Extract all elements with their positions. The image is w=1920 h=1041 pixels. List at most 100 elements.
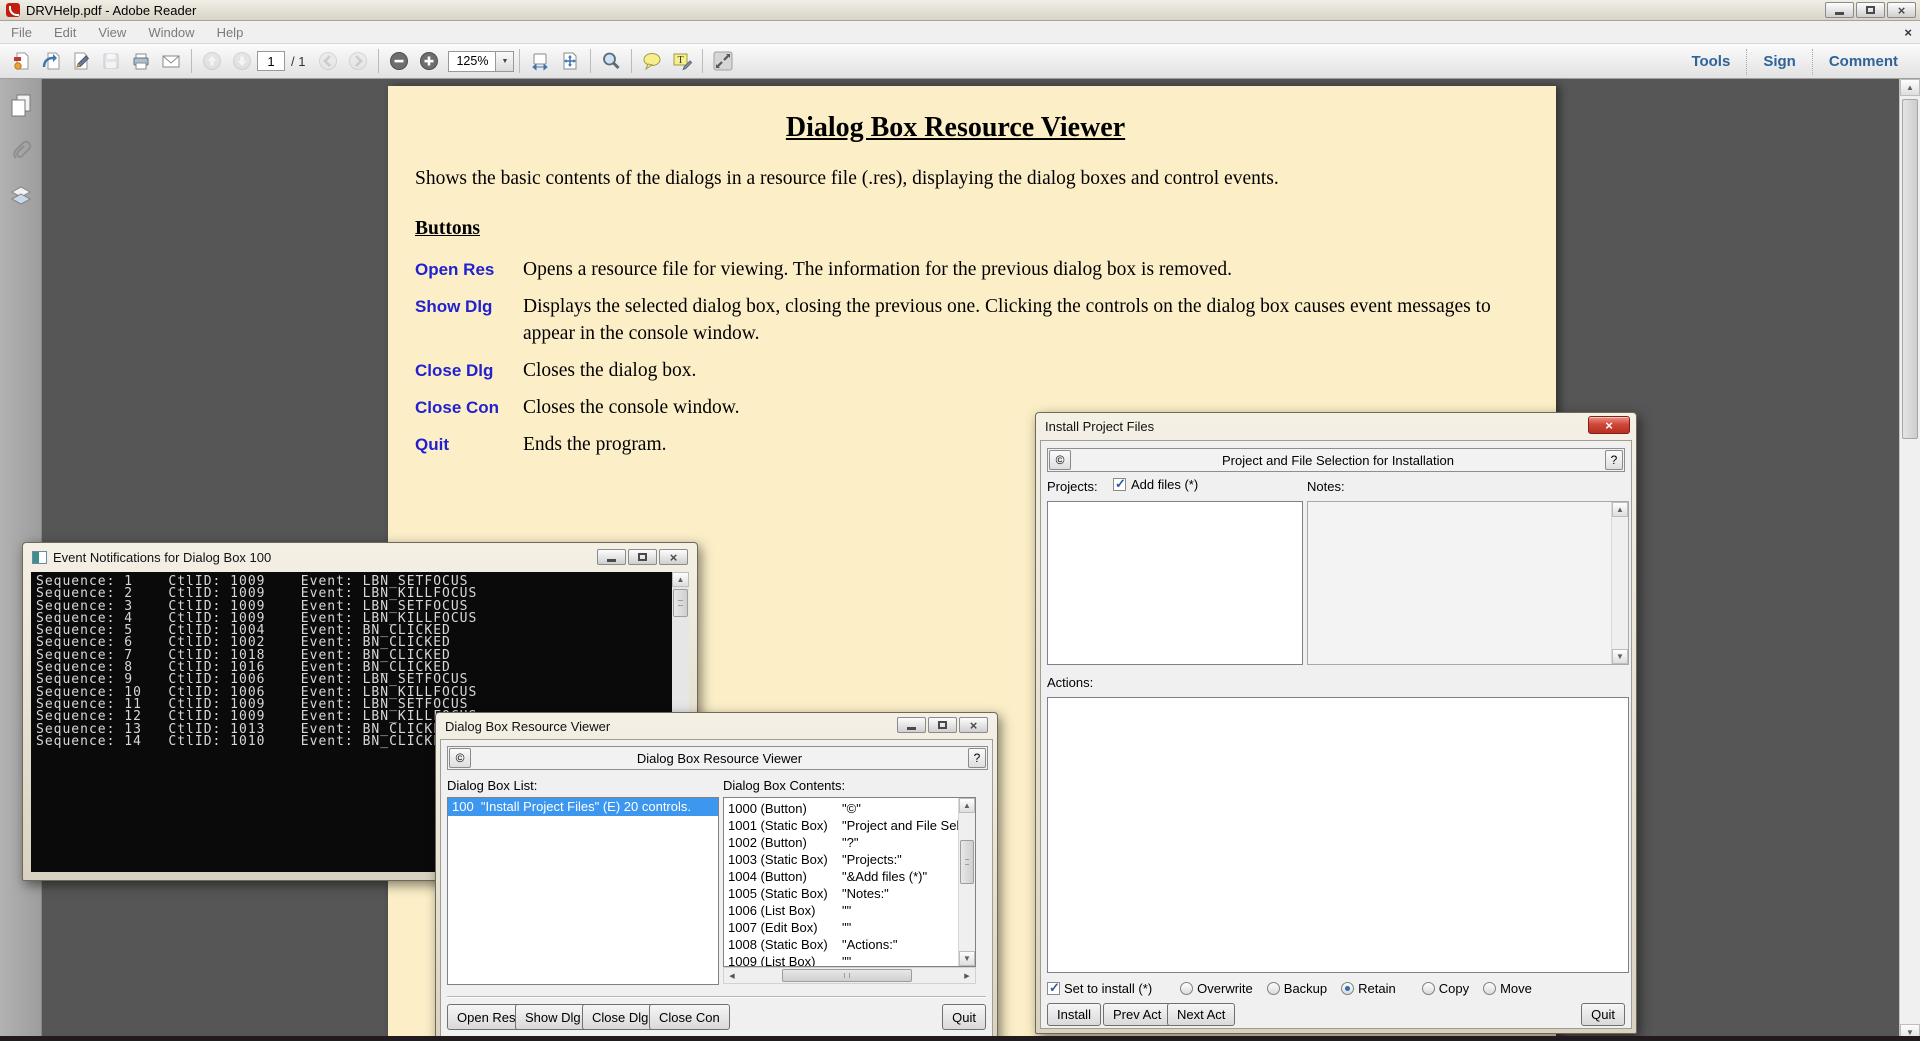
install-header-bar: © Project and File Selection for Install… bbox=[1047, 448, 1625, 472]
scroll-down-icon[interactable]: ▼ bbox=[1612, 649, 1628, 664]
page-up-icon[interactable] bbox=[197, 47, 227, 75]
text-note-icon[interactable]: T bbox=[667, 47, 697, 75]
menu-window[interactable]: Window bbox=[137, 25, 205, 40]
contents-hscrollbar[interactable]: ◀ ▶ bbox=[723, 967, 976, 984]
contents-scrollbar-thumb[interactable] bbox=[960, 840, 974, 884]
scroll-up-icon[interactable]: ▲ bbox=[1900, 79, 1920, 96]
next-view-icon[interactable] bbox=[343, 47, 373, 75]
add-files-checkbox[interactable] bbox=[1113, 478, 1126, 491]
page-number-input[interactable] bbox=[257, 51, 285, 71]
zoom-dropdown-arrow[interactable]: ▼ bbox=[496, 51, 514, 72]
menu-view[interactable]: View bbox=[87, 25, 137, 40]
overwrite-radio[interactable] bbox=[1180, 982, 1193, 995]
contents-row: 1006 (List Box)"" bbox=[724, 902, 958, 919]
viewer-quit-button[interactable]: Quit bbox=[942, 1004, 986, 1030]
page-down-icon[interactable] bbox=[227, 47, 257, 75]
help-button[interactable]: ? bbox=[968, 748, 986, 768]
share-document-icon[interactable] bbox=[36, 47, 66, 75]
entry-desc: Closes the console window. bbox=[523, 394, 739, 421]
fullscreen-icon[interactable] bbox=[708, 47, 738, 75]
move-radio[interactable] bbox=[1483, 982, 1496, 995]
copyright-button[interactable]: © bbox=[1049, 450, 1071, 470]
close-button[interactable]: × bbox=[1887, 2, 1916, 18]
dialog-box-list[interactable]: 100 "Install Project Files" (E) 20 contr… bbox=[447, 797, 719, 985]
selected-list-item[interactable]: 100 "Install Project Files" (E) 20 contr… bbox=[448, 798, 718, 816]
console-title: Event Notifications for Dialog Box 100 bbox=[53, 550, 271, 565]
scroll-up-icon[interactable]: ▲ bbox=[1612, 502, 1628, 517]
scroll-up-icon[interactable]: ▲ bbox=[959, 798, 975, 813]
add-files-checkbox-group[interactable]: Add files (*) bbox=[1113, 477, 1198, 492]
menu-file[interactable]: File bbox=[0, 25, 43, 40]
viewer-maximize-button[interactable] bbox=[928, 717, 957, 733]
menu-help[interactable]: Help bbox=[206, 25, 255, 40]
contents-scrollbar[interactable]: ▲ ▼ bbox=[958, 798, 975, 966]
copy-radio-group[interactable]: Copy bbox=[1422, 981, 1469, 996]
comment-bubble-icon[interactable] bbox=[637, 47, 667, 75]
search-icon[interactable] bbox=[596, 47, 626, 75]
zoom-level-value[interactable]: 125% bbox=[448, 51, 496, 72]
contents-hscrollbar-thumb[interactable] bbox=[782, 969, 912, 982]
dialog-box-contents-list[interactable]: 1000 (Button)"©" 1001 (Static Box)"Proje… bbox=[723, 797, 976, 967]
comment-button[interactable]: Comment bbox=[1813, 53, 1914, 70]
viewer-close-button[interactable]: × bbox=[959, 717, 988, 733]
scroll-down-icon[interactable]: ▼ bbox=[959, 951, 975, 966]
install-button[interactable]: Install bbox=[1047, 1003, 1101, 1026]
layers-icon[interactable] bbox=[9, 185, 41, 216]
notes-panel[interactable]: ▲ ▼ bbox=[1307, 501, 1629, 665]
print-icon[interactable] bbox=[126, 47, 156, 75]
actions-label: Actions: bbox=[1047, 675, 1093, 690]
email-icon[interactable] bbox=[156, 47, 186, 75]
notes-scrollbar[interactable]: ▲ ▼ bbox=[1611, 502, 1628, 664]
next-act-button[interactable]: Next Act bbox=[1167, 1003, 1235, 1026]
console-scrollbar-thumb[interactable] bbox=[673, 589, 688, 617]
fit-page-icon[interactable] bbox=[555, 47, 585, 75]
projects-list[interactable] bbox=[1047, 501, 1303, 665]
prev-act-button[interactable]: Prev Act bbox=[1103, 1003, 1171, 1026]
close-con-button[interactable]: Close Con bbox=[649, 1004, 730, 1030]
install-header-title: Project and File Selection for Installat… bbox=[1072, 453, 1604, 468]
backup-radio-group[interactable]: Backup bbox=[1267, 981, 1327, 996]
retain-radio-group[interactable]: Retain bbox=[1341, 981, 1396, 996]
scroll-up-icon[interactable]: ▲ bbox=[672, 572, 689, 587]
menu-edit[interactable]: Edit bbox=[43, 25, 87, 40]
open-icon[interactable] bbox=[6, 47, 36, 75]
install-close-button[interactable]: × bbox=[1588, 416, 1630, 434]
install-quit-button[interactable]: Quit bbox=[1581, 1003, 1625, 1026]
pdf-scrollbar-thumb[interactable] bbox=[1902, 99, 1918, 439]
page-thumbnails-icon[interactable] bbox=[9, 93, 41, 124]
minimize-button[interactable] bbox=[1825, 2, 1854, 18]
menubar-close-icon[interactable]: × bbox=[1904, 25, 1912, 40]
install-titlebar[interactable]: Install Project Files bbox=[1036, 413, 1636, 439]
zoom-in-icon[interactable] bbox=[414, 47, 444, 75]
fit-width-icon[interactable] bbox=[525, 47, 555, 75]
copyright-button[interactable]: © bbox=[449, 748, 471, 768]
console-minimize-button[interactable] bbox=[597, 549, 626, 565]
prev-view-icon[interactable] bbox=[313, 47, 343, 75]
restore-button[interactable] bbox=[1856, 2, 1885, 18]
overwrite-radio-group[interactable]: Overwrite bbox=[1180, 981, 1253, 996]
save-icon[interactable] bbox=[96, 47, 126, 75]
viewer-minimize-button[interactable] bbox=[897, 717, 926, 733]
close-dlg-button[interactable]: Close Dlg bbox=[582, 1004, 658, 1030]
show-dlg-button[interactable]: Show Dlg bbox=[515, 1004, 591, 1030]
scroll-left-icon[interactable]: ◀ bbox=[724, 968, 740, 983]
backup-radio[interactable] bbox=[1267, 982, 1280, 995]
help-button[interactable]: ? bbox=[1605, 450, 1623, 470]
zoom-out-icon[interactable] bbox=[384, 47, 414, 75]
set-install-checkbox[interactable] bbox=[1047, 982, 1060, 995]
pdf-scrollbar[interactable]: ▲ ▼ bbox=[1899, 79, 1920, 1041]
set-install-checkbox-group[interactable]: Set to install (*) bbox=[1047, 981, 1152, 996]
console-titlebar[interactable]: Event Notifications for Dialog Box 100 bbox=[23, 543, 697, 572]
sign-document-icon[interactable] bbox=[66, 47, 96, 75]
console-close-button[interactable]: × bbox=[659, 549, 688, 565]
actions-list[interactable] bbox=[1047, 697, 1629, 973]
console-maximize-button[interactable] bbox=[628, 549, 657, 565]
sign-button[interactable]: Sign bbox=[1747, 53, 1812, 70]
open-res-button[interactable]: Open Res bbox=[447, 1004, 526, 1030]
attachments-icon[interactable] bbox=[9, 138, 41, 171]
copy-radio[interactable] bbox=[1422, 982, 1435, 995]
scroll-right-icon[interactable]: ▶ bbox=[959, 968, 975, 983]
move-radio-group[interactable]: Move bbox=[1483, 981, 1532, 996]
retain-radio[interactable] bbox=[1341, 982, 1354, 995]
tools-button[interactable]: Tools bbox=[1675, 53, 1746, 70]
